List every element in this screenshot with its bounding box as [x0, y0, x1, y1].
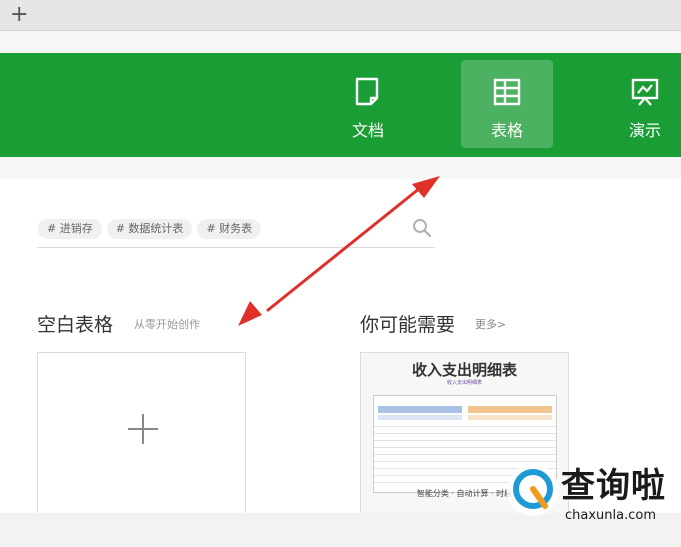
watermark-url: chaxunla.com: [565, 508, 656, 523]
arrow-head-bottom: [238, 301, 262, 326]
arrow-head-top: [412, 176, 440, 198]
watermark-logo-icon: [507, 464, 559, 516]
watermark-text: 查询啦: [561, 466, 666, 506]
watermark: 查询啦 chaxunla.com: [495, 448, 681, 547]
